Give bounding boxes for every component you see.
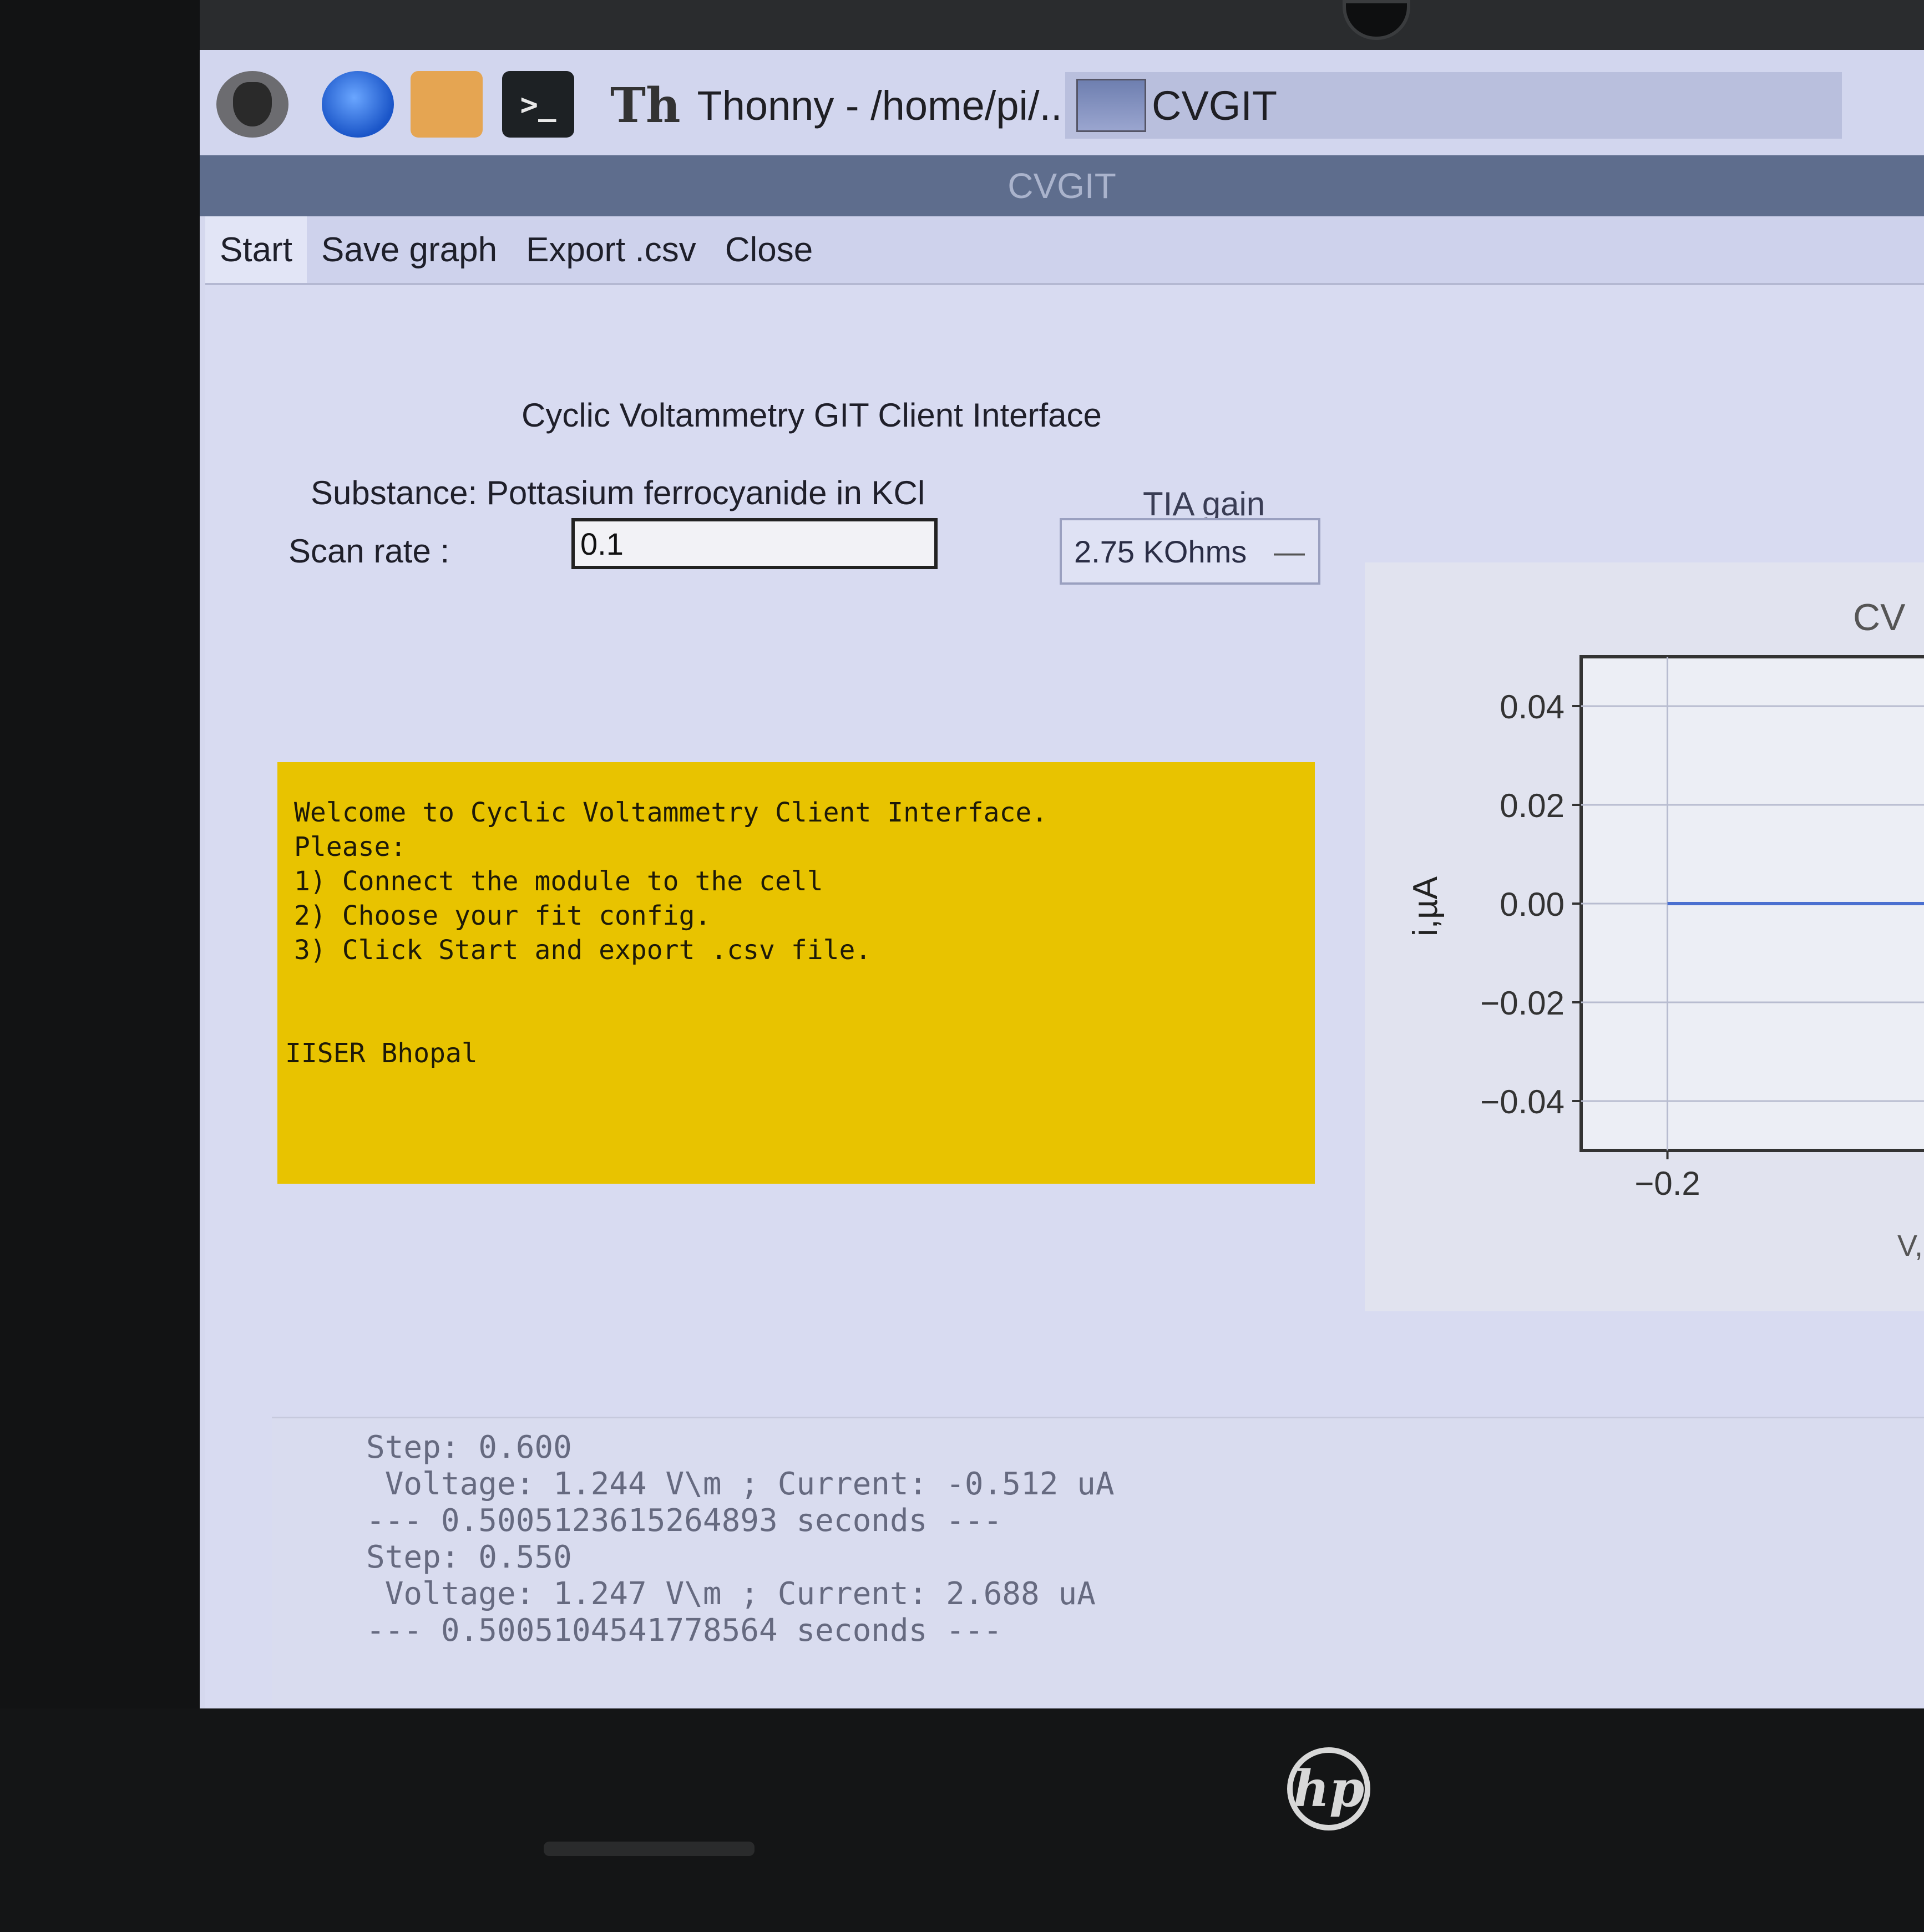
scan-rate-input[interactable]	[571, 518, 938, 569]
console-line: Step: 0.550	[366, 1539, 572, 1575]
organization-label: IISER Bhopal	[285, 1038, 478, 1069]
welcome-line: Please:	[294, 831, 407, 863]
hp-logo: hp	[1287, 1747, 1370, 1830]
console-line: Voltage: 1.247 V\m ; Current: 2.688 uA	[366, 1576, 1096, 1612]
cv-plot: CV 0.040.020.00−0.02−0.04−0.20.00.i,µAV,	[1365, 562, 1924, 1311]
hinge	[544, 1842, 755, 1856]
cv-chart: 0.040.020.00−0.02−0.04−0.20.00.i,µAV,	[1406, 655, 1924, 1262]
console-line: --- 0.5005104541778564 seconds ---	[366, 1612, 1002, 1649]
welcome-message-box: Welcome to Cyclic Voltammetry Client Int…	[277, 762, 1315, 1184]
window-title: CVGIT	[1007, 166, 1116, 206]
taskbar-cvgit-button[interactable]: CVGIT	[1065, 72, 1842, 139]
welcome-line: 2) Choose your fit config.	[294, 900, 711, 931]
terminal-glyph: >_	[520, 87, 556, 122]
web-browser-icon[interactable]	[322, 71, 394, 138]
tia-gain-select[interactable]: 2.75 KOhms —	[1060, 518, 1320, 585]
x-tick-label: −0.2	[1634, 1165, 1700, 1202]
console-output: Step: 0.600 Voltage: 1.244 V\m ; Current…	[272, 1417, 1924, 1705]
y-tick-label: −0.02	[1480, 985, 1564, 1022]
thonny-icon: Th	[610, 77, 681, 134]
menu-start[interactable]: Start	[205, 216, 307, 283]
app-title: Cyclic Voltammetry GIT Client Interface	[521, 397, 1102, 434]
screen: >_ Th Thonny - /home/pi/... CVGIT CVGIT …	[200, 50, 1924, 1708]
y-axis-label: i,µA	[1406, 876, 1445, 936]
file-manager-icon[interactable]	[411, 71, 483, 138]
tia-gain-label: TIA gain	[1143, 485, 1265, 523]
y-tick-label: 0.02	[1500, 787, 1564, 824]
menu-export-csv[interactable]: Export .csv	[512, 216, 711, 283]
y-tick-label: 0.00	[1500, 886, 1564, 923]
dropdown-indicator-icon: —	[1274, 534, 1305, 569]
taskbar: >_ Th Thonny - /home/pi/... CVGIT	[200, 50, 1924, 155]
y-tick-label: −0.04	[1480, 1083, 1564, 1120]
x-axis-label: V,	[1897, 1229, 1923, 1262]
console-line: Step: 0.600	[366, 1429, 572, 1466]
console-line: --- 0.5005123615264893 seconds ---	[366, 1503, 1002, 1539]
tia-gain-value: 2.75 KOhms	[1074, 534, 1247, 569]
substance-label: Substance: Pottasium ferrocyanide in KCl	[311, 474, 925, 511]
welcome-line: 3) Click Start and export .csv file.	[294, 935, 872, 966]
welcome-line: Welcome to Cyclic Voltammetry Client Int…	[294, 797, 1048, 828]
menu-save-graph[interactable]: Save graph	[307, 216, 512, 283]
window-thumbnail-icon	[1076, 79, 1146, 132]
menu-close[interactable]: Close	[711, 216, 828, 283]
y-tick-label: 0.04	[1500, 688, 1564, 726]
raspberry-menu-icon[interactable]	[216, 71, 288, 138]
menu-bar: Start Save graph Export .csv Close	[205, 216, 1924, 285]
monitor-bezel-bottom	[0, 1708, 1924, 1932]
main-content: Cyclic Voltammetry GIT Client Interface …	[205, 285, 1924, 1708]
terminal-icon[interactable]: >_	[502, 71, 574, 138]
console-line: Voltage: 1.244 V\m ; Current: -0.512 uA	[366, 1466, 1115, 1502]
monitor-bezel-left	[0, 0, 200, 1932]
taskbar-thonny-label: Thonny - /home/pi/...	[697, 82, 1074, 129]
taskbar-cvgit-label: CVGIT	[1152, 82, 1278, 129]
window-titlebar[interactable]: CVGIT	[200, 155, 1924, 216]
welcome-line: 1) Connect the module to the cell	[294, 866, 823, 897]
scan-rate-label: Scan rate :	[288, 533, 450, 570]
